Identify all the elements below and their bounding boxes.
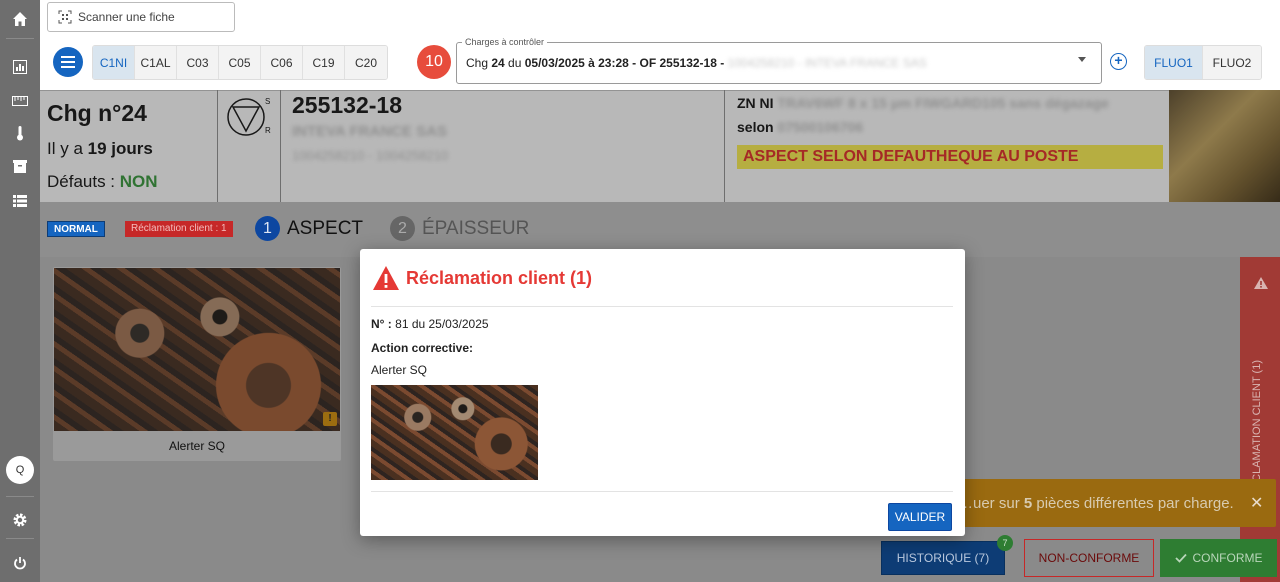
tab-fluo1[interactable]: FLUO1 [1145, 46, 1203, 79]
charges-prefix: Chg [466, 56, 492, 70]
step-aspect[interactable]: ASPECT [287, 218, 363, 240]
reclamation-tag[interactable]: Réclamation client : 1 [125, 221, 233, 237]
power-icon[interactable] [0, 548, 40, 578]
charges-dash: - [716, 56, 728, 70]
scan-label: Scanner une fiche [78, 10, 175, 24]
modal-backdrop-top [40, 90, 1280, 202]
charges-date: 05/03/2025 à 23:28 [524, 56, 629, 70]
home-icon[interactable] [0, 4, 40, 34]
box-icon[interactable] [0, 152, 40, 182]
dialog-divider [371, 306, 953, 307]
scan-sheet-button[interactable]: Scanner une fiche [47, 2, 235, 32]
defect-card-label: Alerter SQ [168, 439, 225, 453]
alert-triangle-icon [1254, 277, 1268, 289]
toast-text-pre: …uer sur [958, 495, 1024, 512]
list-icon[interactable] [0, 186, 40, 216]
warning-triangle-icon [373, 266, 399, 290]
charges-of-sep: - OF [628, 56, 660, 70]
non-conforme-button[interactable]: NON-CONFORME [1024, 539, 1154, 577]
charges-count-badge: 10 [417, 45, 451, 79]
toast-count: 5 [1023, 495, 1033, 512]
check-icon [1174, 553, 1187, 563]
reclamation-number: N° : 81 du 25/03/2025 [371, 317, 489, 331]
qr-scan-icon [58, 10, 72, 24]
corrective-action-label: Action corrective: [371, 341, 474, 355]
valider-button[interactable]: VALIDER [888, 503, 952, 531]
tab-c1al[interactable]: C1AL [135, 46, 177, 79]
hamburger-icon [61, 56, 75, 68]
tab-c20[interactable]: C20 [345, 46, 387, 79]
charges-client-blurred: 1004258210 - INTEVA FRANCE SAS [727, 56, 927, 70]
defect-card-image [54, 268, 340, 431]
step-2-number: 2 [390, 216, 415, 241]
tab-c03[interactable]: C03 [177, 46, 219, 79]
history-button[interactable]: HISTORIQUE (7) [881, 541, 1005, 575]
reclamation-number-label: N° : [371, 317, 396, 331]
gear-icon[interactable] [0, 505, 40, 535]
dialog-title: Réclamation client (1) [406, 268, 593, 288]
normal-tag: NORMAL [47, 221, 105, 237]
tab-fluo2[interactable]: FLUO2 [1203, 46, 1261, 79]
corrective-action-value: Alerter SQ [371, 363, 428, 377]
tab-c1ni[interactable]: C1NI [93, 46, 135, 79]
close-icon[interactable]: ✕ [1250, 493, 1263, 513]
menu-button[interactable] [53, 47, 83, 77]
reclamation-photo[interactable] [371, 385, 538, 480]
tab-c06[interactable]: C06 [261, 46, 303, 79]
step-1-number: 1 [255, 216, 280, 241]
chevron-down-icon[interactable] [1078, 57, 1086, 62]
left-rail: Q [0, 0, 40, 582]
charges-select-value: Chg 24 du 05/03/2025 à 23:28 - OF 255132… [466, 56, 927, 70]
reclamation-number-value: 81 du 25/03/2025 [395, 317, 489, 331]
charges-du: du [504, 56, 525, 70]
charges-select-label: Charges à contrôler [462, 37, 548, 47]
rail-divider [6, 538, 34, 539]
charges-number: 24 [491, 56, 505, 70]
dialog-divider [371, 491, 953, 492]
history-count-badge: 7 [997, 535, 1013, 551]
chart-icon[interactable] [0, 52, 40, 82]
warning-icon: ! [323, 412, 337, 426]
ruler-icon[interactable] [0, 86, 40, 116]
tab-c19[interactable]: C19 [303, 46, 345, 79]
conforme-button[interactable]: CONFORME [1160, 539, 1277, 577]
charges-of: 255132-18 [659, 56, 717, 70]
tab-c05[interactable]: C05 [219, 46, 261, 79]
q-button[interactable]: Q [6, 456, 34, 484]
toast-message: …uer sur 5 pièces différentes par charge… [958, 495, 1234, 512]
line-tabs: C1NI C1AL C03 C05 C06 C19 C20 [92, 45, 388, 80]
step-epaisseur[interactable]: ÉPAISSEUR [422, 218, 529, 240]
conforme-label: CONFORME [1192, 551, 1263, 565]
toast-text-post: pièces différentes par charge. [1032, 495, 1234, 512]
thermometer-icon[interactable] [0, 118, 40, 148]
add-circle-icon[interactable]: + [1110, 53, 1127, 70]
side-panel-label: RÉCLAMATION CLIENT (1) [1251, 360, 1263, 498]
rail-divider [6, 38, 34, 39]
fluo-tabs: FLUO1 FLUO2 [1144, 45, 1262, 80]
rail-divider [6, 496, 34, 497]
